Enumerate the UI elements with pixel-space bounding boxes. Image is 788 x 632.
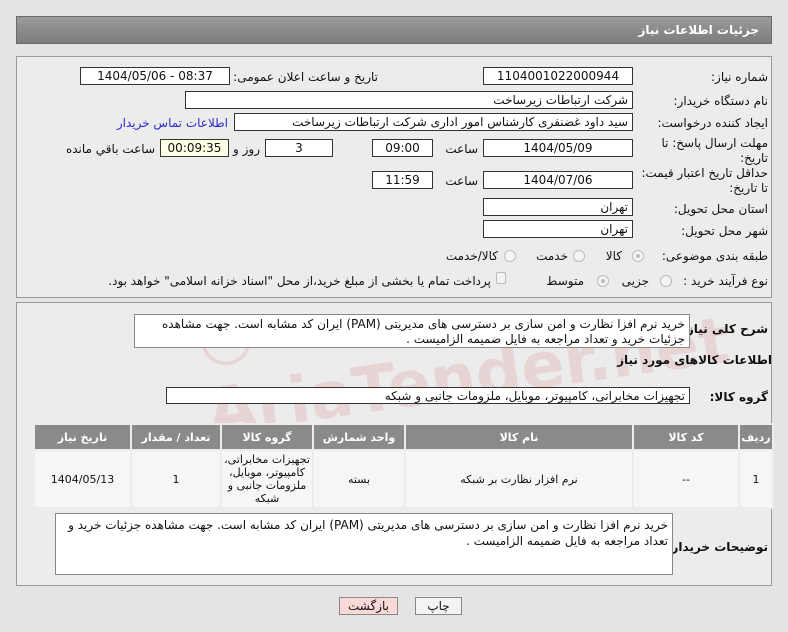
buyer-contact-link[interactable]: اطلاعات تماس خریدار (117, 116, 228, 130)
days-remaining-field: 3 (265, 139, 333, 157)
treasury-checkbox-label: پرداخت تمام یا بخشی از مبلغ خرید،از محل … (108, 274, 491, 288)
deadline-time-field: 09:00 (372, 139, 433, 157)
col-unit: واحد شمارش (312, 423, 406, 451)
description-label: شرح کلی نیاز: (682, 322, 768, 336)
cell-qty: 1 (130, 449, 222, 509)
announce-label: تاریخ و ساعت اعلان عمومی: (233, 70, 378, 84)
category-radio-goods[interactable] (632, 250, 644, 262)
province-label: استان محل تحویل: (673, 202, 768, 216)
category-radio-service[interactable] (573, 250, 585, 262)
province-field: تهران (483, 198, 633, 216)
col-date: تاریخ نیاز (33, 423, 132, 451)
purchase-radio-medium[interactable] (597, 275, 609, 287)
cell-unit: بسته (312, 449, 406, 509)
creator-field: سید داود غضنفری کارشناس امور اداری شرکت … (234, 113, 633, 131)
category-option-service: خدمت (536, 249, 568, 263)
purchase-option-medium: متوسط (546, 274, 584, 288)
deadline-time-label: ساعت (445, 142, 478, 156)
category-radio-both[interactable] (504, 250, 516, 262)
col-group: گروه کالا (220, 423, 314, 451)
cell-row: 1 (738, 449, 774, 509)
need-number-label: شماره نیاز: (711, 70, 768, 84)
treasury-checkbox[interactable] (496, 272, 506, 284)
city-label: شهر محل تحویل: (681, 224, 768, 238)
back-button[interactable]: بازگشت (339, 597, 398, 615)
purchase-type-label: نوع فرآیند خرید : (683, 274, 768, 288)
creator-label: ایجاد کننده درخواست: (657, 116, 768, 130)
table-row: 1 -- نرم افزار نظارت بر شبکه بسته تجهیزا… (33, 449, 774, 509)
cell-group: تجهیزات مخابراتی، کامپیوتر، موبایل، ملزو… (220, 449, 314, 509)
validity-time-field: 11:59 (372, 171, 433, 189)
buyer-notes-textarea[interactable]: خرید نرم افزا نظارت و امن سازی بر دسترسی… (55, 513, 673, 575)
category-option-goods: کالا (605, 249, 622, 263)
category-option-both: کالا/خدمت (445, 249, 498, 263)
validity-label: حداقل تاریخ اعتبار قیمت: تا تاریخ: (641, 166, 768, 195)
table-header-row: ردیف کد کالا نام کالا واحد شمارش گروه کا… (33, 423, 774, 451)
city-field: تهران (483, 220, 633, 238)
col-name: نام کالا (404, 423, 634, 451)
time-remaining-field: 00:09:35 (160, 139, 229, 157)
group-label: گروه کالا: (709, 390, 768, 404)
announce-field: 1404/05/06 - 08:37 (80, 67, 230, 85)
deadline-date-field: 1404/05/09 (483, 139, 633, 157)
cell-name: نرم افزار نظارت بر شبکه (404, 449, 634, 509)
cell-date: 1404/05/13 (33, 449, 132, 509)
description-textarea[interactable]: خرید نرم افزا نظارت و امن سازی بر دسترسی… (134, 314, 690, 348)
page-header: جزئیات اطلاعات نیاز (16, 16, 772, 44)
days-label: روز و (233, 142, 260, 156)
category-label: طبقه بندی موضوعی: (661, 249, 768, 263)
col-row: ردیف (738, 423, 774, 451)
buyer-org-field: شرکت ارتباطات زیرساخت (185, 91, 633, 109)
deadline-label: مهلت ارسال پاسخ: تا تاریخ: (661, 136, 768, 165)
buyer-org-label: نام دستگاه خریدار: (673, 94, 769, 108)
time-remaining-label: ساعت باقي مانده (65, 142, 155, 156)
need-number-field: 1104001022000944 (483, 67, 633, 85)
items-section-title: اطلاعات کالاهای مورد نیاز (617, 353, 772, 367)
group-field: تجهیزات مخابراتی، کامپیوتر، موبایل، ملزو… (166, 387, 690, 404)
purchase-option-minor: جزیی (621, 274, 649, 288)
print-button[interactable]: چاپ (415, 597, 462, 615)
items-table: ردیف کد کالا نام کالا واحد شمارش گروه کا… (33, 423, 774, 509)
col-code: کد کالا (632, 423, 740, 451)
validity-date-field: 1404/07/06 (483, 171, 633, 189)
purchase-radio-minor[interactable] (660, 275, 672, 287)
buyer-notes-label: توضیحات خریدار: (666, 540, 768, 554)
validity-time-label: ساعت (445, 174, 478, 188)
col-qty: تعداد / مقدار (130, 423, 222, 451)
cell-code: -- (632, 449, 740, 509)
